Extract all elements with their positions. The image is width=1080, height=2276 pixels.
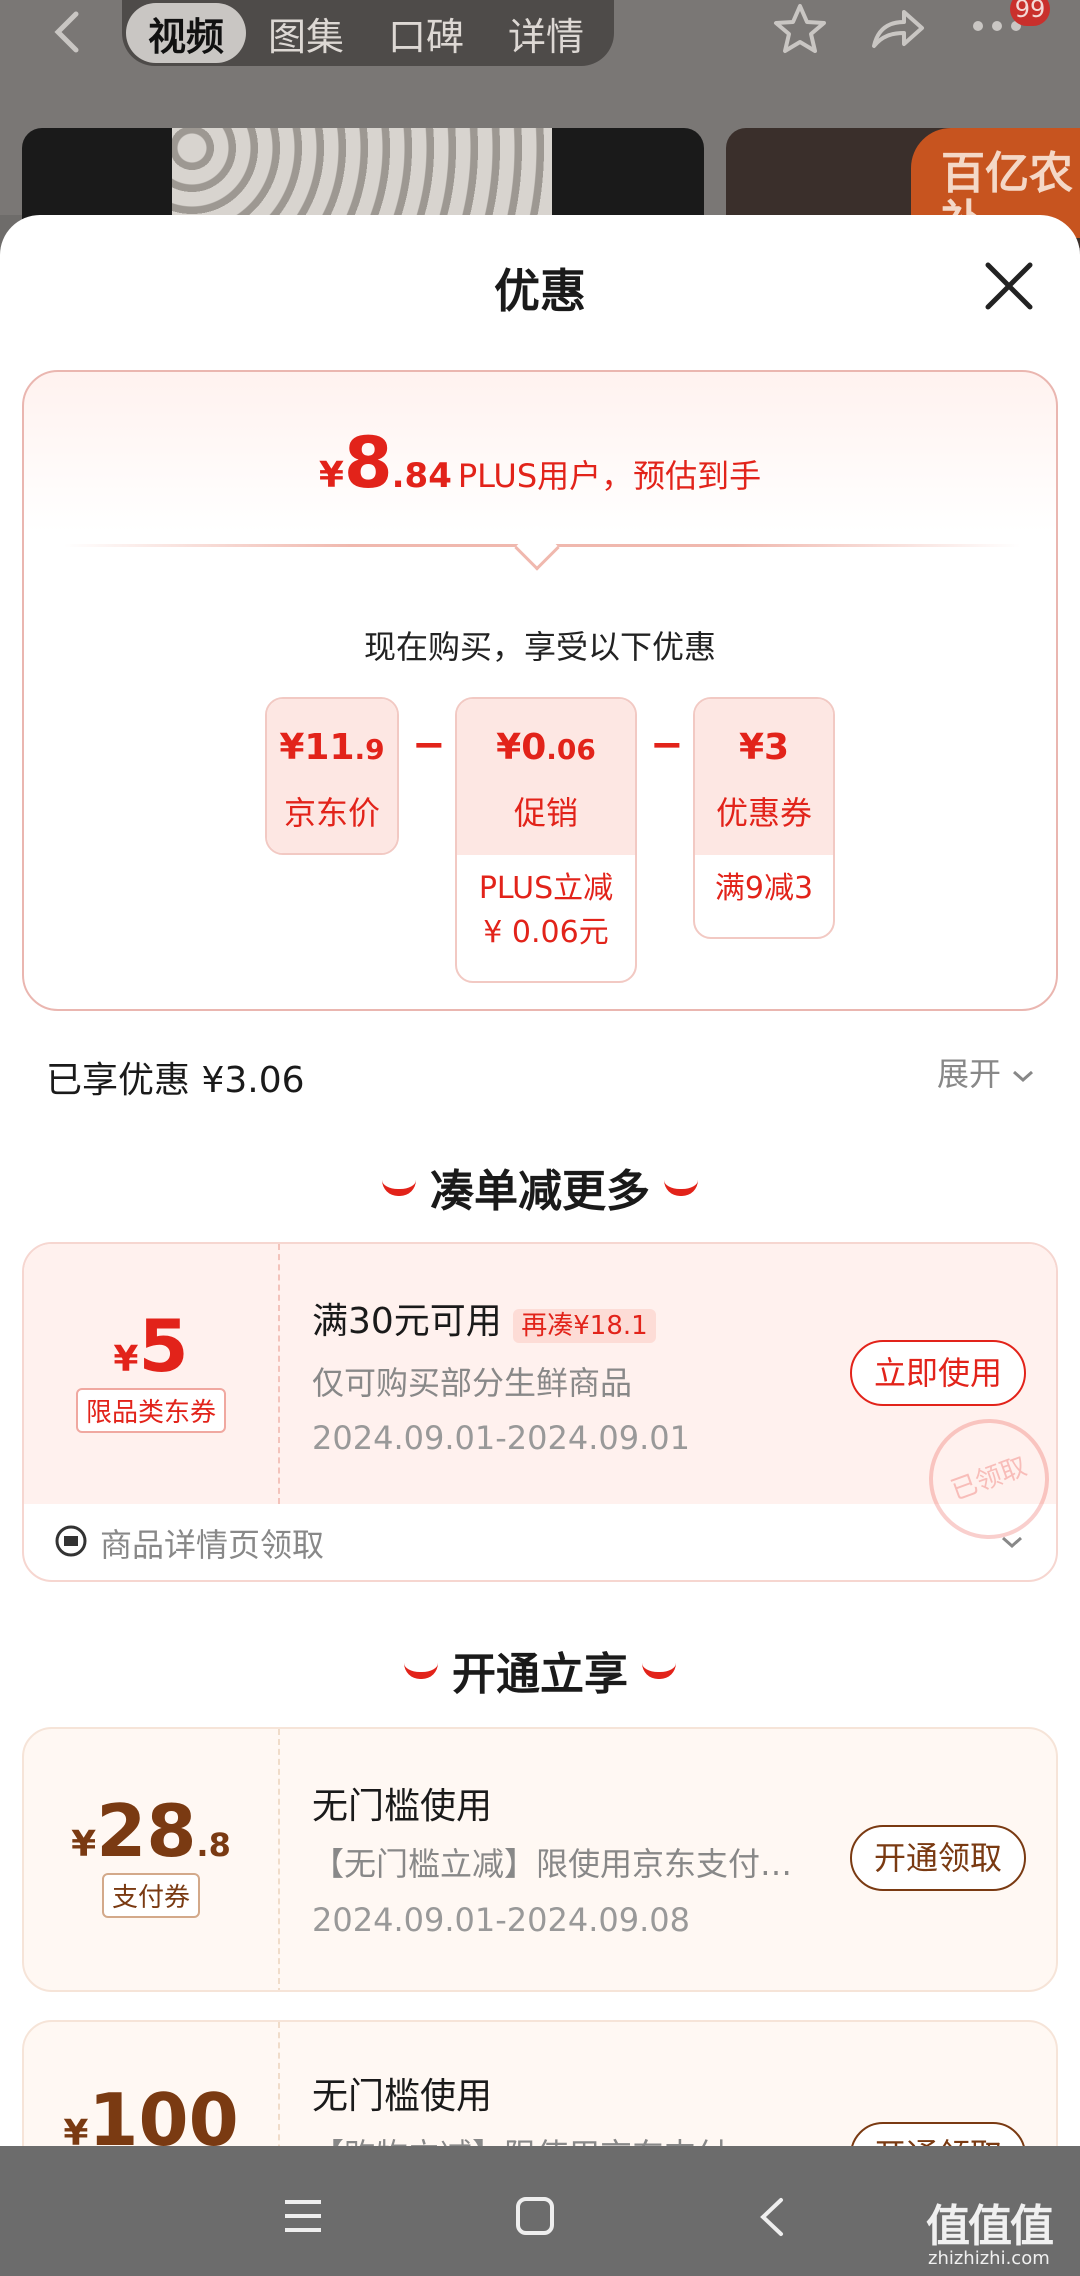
minus-sign: − bbox=[650, 722, 684, 768]
product-header: 视频 图集 口碑 详情 99 百亿农补 bbox=[0, 0, 1080, 248]
coupon-date: 2024.09.01-2024.09.01 bbox=[312, 1419, 690, 1457]
coupon-date: 2024.09.01-2024.09.08 bbox=[312, 1901, 690, 1939]
expand-button[interactable]: 展开 bbox=[937, 1049, 1035, 1095]
note-line: PLUS立减 bbox=[478, 871, 614, 906]
close-icon[interactable] bbox=[980, 257, 1038, 315]
tab-reviews[interactable]: 口碑 bbox=[366, 3, 486, 63]
price-description: PLUS用户，预估到手 bbox=[457, 457, 762, 495]
coupon-title: 无门槛使用 bbox=[312, 2076, 493, 2117]
home-icon[interactable] bbox=[515, 2196, 555, 2236]
currency-symbol: ¥ bbox=[113, 1339, 139, 1380]
coupon-decimal: .8 bbox=[196, 1826, 231, 1864]
section-title-text: 开通立享 bbox=[452, 1649, 628, 1700]
coupon-separator bbox=[278, 2022, 280, 2146]
tab-gallery[interactable]: 图集 bbox=[246, 3, 366, 63]
breakdown-note: 满9减3 bbox=[714, 871, 814, 906]
breakdown-coupon: ¥3 优惠券 满9减3 bbox=[693, 697, 835, 939]
expand-label: 展开 bbox=[937, 1055, 1002, 1093]
tab-video[interactable]: 视频 bbox=[126, 3, 246, 63]
chevron-down-icon bbox=[1013, 1070, 1034, 1083]
breakdown-promotion: ¥0.06 促销 PLUS立减 ¥ 0.06元 bbox=[455, 697, 637, 983]
smile-icon bbox=[642, 1663, 676, 1679]
discount-sheet: 优惠 ¥8.84 PLUS用户，预估到手 现在购买，享受以下优惠 ¥11.9 京东… bbox=[0, 215, 1080, 2146]
breakdown-jd-price: ¥11.9 京东价 bbox=[265, 697, 399, 855]
coupon-value: ¥100 bbox=[24, 2078, 278, 2146]
watermark-logo: 值值值 zhizhizhi.com bbox=[926, 2190, 1054, 2269]
estimated-price: ¥8.84 PLUS用户，预估到手 bbox=[24, 422, 1056, 504]
coupon-subtitle: 【购物立减】限使用京东支付… bbox=[312, 2130, 760, 2146]
smile-icon bbox=[382, 1180, 416, 1196]
section-title-text: 凑单减更多 bbox=[430, 1166, 650, 1217]
breakdown-value: 11 bbox=[304, 727, 355, 768]
breakdown-decimal: .06 bbox=[546, 733, 596, 766]
price-summary-card: ¥8.84 PLUS用户，预估到手 现在购买，享受以下优惠 ¥11.9 京东价 −… bbox=[22, 370, 1058, 1011]
star-icon[interactable] bbox=[772, 2, 828, 56]
coupon-title-text: 满30元可用 bbox=[312, 1301, 502, 1342]
breakdown-note: PLUS立减 ¥ 0.06元 bbox=[457, 855, 635, 955]
coupon-separator bbox=[278, 1244, 280, 1504]
enjoyed-discount: 已享优惠 ¥3.06 bbox=[46, 1060, 305, 1101]
sheet-title: 优惠 bbox=[494, 264, 586, 318]
chevron-down-icon bbox=[1002, 1536, 1022, 1549]
minus-sign: − bbox=[412, 722, 446, 768]
coupon-amount: 5 bbox=[138, 1304, 189, 1388]
breakdown-label: 京东价 bbox=[283, 794, 380, 832]
currency-symbol: ¥ bbox=[496, 727, 522, 768]
coupon-value: ¥28.8 支付券 bbox=[24, 1789, 278, 1918]
currency-symbol: ¥ bbox=[63, 2113, 89, 2146]
note-line: ¥ 0.06元 bbox=[483, 915, 609, 950]
use-now-button[interactable]: 立即使用 bbox=[850, 1340, 1026, 1406]
breakdown-decimal: .9 bbox=[354, 733, 385, 766]
smile-icon bbox=[664, 1180, 698, 1196]
breakdown-value: 3 bbox=[764, 727, 790, 768]
coupon-separator bbox=[278, 1729, 280, 1990]
coupon-value: ¥5 限品类东券 bbox=[24, 1304, 278, 1433]
tab-details[interactable]: 详情 bbox=[486, 3, 606, 63]
currency-symbol: ¥ bbox=[279, 727, 305, 768]
coupon-tag: 支付券 bbox=[101, 1873, 200, 1918]
breakdown-value: 0 bbox=[521, 727, 547, 768]
currency-symbol: ¥ bbox=[318, 455, 344, 496]
menu-icon[interactable] bbox=[283, 2198, 323, 2234]
section-title-open: 开通立享 bbox=[0, 1638, 1080, 1702]
notification-badge: 99 bbox=[1010, 0, 1050, 26]
buy-now-text: 现在购买，享受以下优惠 bbox=[363, 628, 716, 666]
coupon-amount: 100 bbox=[88, 2078, 239, 2146]
breakdown-label: 优惠券 bbox=[715, 794, 812, 832]
watermark-text: 值值值 bbox=[926, 2201, 1054, 2252]
coupon-subtitle: 【无门槛立减】限使用京东支付… bbox=[312, 1845, 793, 1883]
coupon-tag: 限品类东券 bbox=[75, 1388, 226, 1433]
coupon-source-row[interactable]: 商品详情页领取 bbox=[24, 1504, 1056, 1580]
open-claim-button[interactable]: 开通领取 bbox=[850, 2122, 1026, 2146]
section-title-more: 凑单减更多 bbox=[0, 1155, 1080, 1219]
coupon-card-pay: ¥28.8 支付券 无门槛使用 【无门槛立减】限使用京东支付… 2024.09.… bbox=[22, 1727, 1058, 1992]
currency-symbol: ¥ bbox=[71, 1824, 97, 1865]
watermark-subtext: zhizhizhi.com bbox=[928, 2248, 1050, 2269]
share-icon[interactable] bbox=[870, 6, 926, 52]
divider-caret bbox=[514, 525, 560, 571]
open-claim-button[interactable]: 开通领取 bbox=[850, 1825, 1026, 1891]
coupon-card-jd: ¥5 限品类东券 满30元可用 再凑¥18.1 仅可购买部分生鲜商品 2024.… bbox=[22, 1242, 1058, 1582]
coupon-subtitle: 仅可购买部分生鲜商品 bbox=[312, 1364, 633, 1402]
back-icon[interactable] bbox=[757, 2196, 785, 2238]
smile-icon bbox=[404, 1663, 438, 1679]
coupon-source-text: 商品详情页领取 bbox=[100, 1526, 325, 1564]
system-nav-bar: 值值值 zhizhizhi.com bbox=[0, 2146, 1080, 2276]
price-integer: 8 bbox=[343, 422, 393, 504]
coupon-card-shopping: ¥100 无门槛使用 【购物立减】限使用京东支付… 开通领取 bbox=[22, 2020, 1058, 2146]
breakdown-label: 促销 bbox=[513, 794, 578, 832]
price-decimal: .84 bbox=[391, 456, 452, 496]
back-arrow-icon[interactable] bbox=[52, 10, 82, 54]
coupon-title: 满30元可用 再凑¥18.1 bbox=[312, 1292, 656, 1344]
more-menu-button[interactable]: 99 bbox=[968, 0, 1068, 60]
coupon-title: 无门槛使用 bbox=[312, 1786, 493, 1827]
coupon-amount: 28 bbox=[96, 1789, 197, 1873]
currency-symbol: ¥ bbox=[738, 727, 764, 768]
coupon-title-badge: 再凑¥18.1 bbox=[513, 1308, 656, 1343]
coupon-source-icon bbox=[55, 1525, 87, 1557]
header-tabs: 视频 图集 口碑 详情 bbox=[122, 0, 614, 66]
